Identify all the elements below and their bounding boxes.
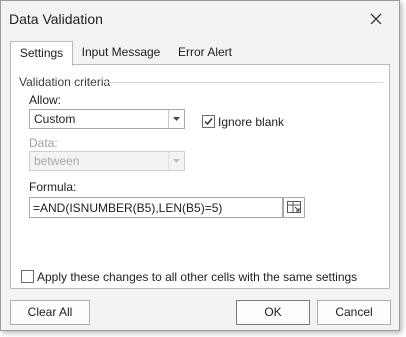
tab-settings-label: Settings: [19, 46, 64, 60]
allow-value: Custom: [34, 112, 76, 126]
allow-label: Allow:: [29, 93, 62, 107]
group-divider: [105, 82, 383, 83]
chevron-down-icon: [173, 159, 180, 163]
tab-input-message-label: Input Message: [81, 45, 161, 59]
data-label: Data:: [29, 136, 58, 150]
cell-reference-icon: [287, 201, 301, 213]
clear-all-button[interactable]: Clear All: [10, 300, 90, 325]
close-icon: [370, 13, 382, 25]
apply-all-checkbox[interactable]: [21, 270, 34, 283]
tab-settings[interactable]: Settings: [10, 41, 73, 66]
formula-value: =AND(ISNUMBER(B5),LEN(B5)=5): [33, 201, 223, 215]
cancel-label: Cancel: [335, 305, 373, 319]
ok-button[interactable]: OK: [236, 300, 310, 325]
cell-reference-button[interactable]: [283, 197, 305, 218]
checkmark-icon: [204, 118, 213, 126]
allow-dropdown-arrow[interactable]: [168, 110, 184, 128]
ignore-blank-checkbox[interactable]: [202, 115, 215, 128]
chevron-down-icon: [173, 117, 180, 121]
formula-input[interactable]: =AND(ISNUMBER(B5),LEN(B5)=5): [29, 197, 283, 218]
tab-error-alert-label: Error Alert: [177, 45, 232, 59]
dialog-title: Data Validation: [9, 11, 103, 27]
settings-panel: [10, 64, 390, 289]
apply-all-label: Apply these changes to all other cells w…: [37, 270, 358, 284]
cancel-button[interactable]: Cancel: [317, 300, 391, 325]
data-value: between: [34, 154, 80, 168]
allow-dropdown[interactable]: Custom: [29, 109, 185, 129]
formula-label: Formula:: [29, 180, 77, 194]
tab-input-message[interactable]: Input Message: [77, 41, 165, 65]
title-bar[interactable]: Data Validation: [1, 1, 399, 37]
data-validation-dialog: Data Validation Settings Input Message E…: [0, 0, 400, 331]
clear-all-label: Clear All: [27, 305, 73, 319]
ignore-blank-label: Ignore blank: [218, 115, 285, 129]
validation-criteria-label: Validation criteria: [19, 75, 111, 89]
data-dropdown[interactable]: between: [29, 151, 185, 171]
ok-label: OK: [264, 305, 282, 319]
data-dropdown-arrow[interactable]: [168, 152, 184, 170]
tab-error-alert[interactable]: Error Alert: [169, 41, 241, 65]
close-button[interactable]: [367, 10, 385, 28]
